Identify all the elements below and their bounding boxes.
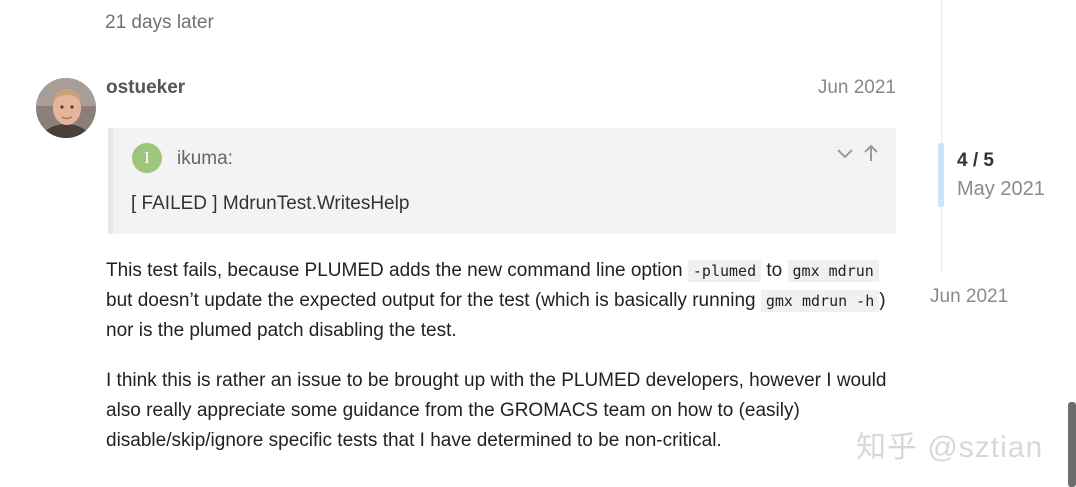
post-paragraph: I think this is rather an issue to be br… xyxy=(106,370,887,451)
inline-code: gmx mdrun -h xyxy=(760,290,880,312)
inline-code: gmx mdrun xyxy=(787,260,879,282)
timeline-post-count: 4 / 5 xyxy=(957,150,994,171)
quote-username: ikuma: xyxy=(177,148,233,169)
go-to-quoted-arrow-up-icon[interactable] xyxy=(860,142,882,164)
time-gap-label: 21 days later xyxy=(105,12,214,33)
user-avatar-image xyxy=(36,78,96,138)
inline-code: -plumed xyxy=(687,260,762,282)
user-avatar[interactable] xyxy=(36,78,96,138)
expand-chevron-down-icon[interactable] xyxy=(834,142,856,164)
timeline-current-month: May 2021 xyxy=(957,178,1045,200)
post-username[interactable]: ostueker xyxy=(106,77,185,99)
timeline-track xyxy=(941,0,942,272)
quote-avatar[interactable]: I xyxy=(132,143,162,173)
post-body: This test fails, because PLUMED adds the… xyxy=(106,256,906,476)
watermark: 知乎 @sztian xyxy=(856,431,1044,464)
quote-block: I ikuma: [ FAILED ] MdrunTest.WritesHelp xyxy=(108,128,896,234)
paragraph-text: to xyxy=(761,260,788,281)
quote-text: [ FAILED ] MdrunTest.WritesHelp xyxy=(131,193,410,214)
timeline-scroll-handle[interactable] xyxy=(938,143,944,207)
quote-controls xyxy=(834,142,882,164)
paragraph-text: but doesn’t update the expected output f… xyxy=(106,290,761,311)
timeline-end-date[interactable]: Jun 2021 xyxy=(930,286,1008,308)
page-scrollbar[interactable] xyxy=(1068,402,1076,487)
paragraph-text: This test fails, because PLUMED adds the… xyxy=(106,260,688,281)
topic-page: 21 days later ostueker Jun 2021 I ikuma:… xyxy=(0,0,1076,487)
post-paragraph: This test fails, because PLUMED adds the… xyxy=(106,256,906,346)
post-date[interactable]: Jun 2021 xyxy=(780,77,896,99)
